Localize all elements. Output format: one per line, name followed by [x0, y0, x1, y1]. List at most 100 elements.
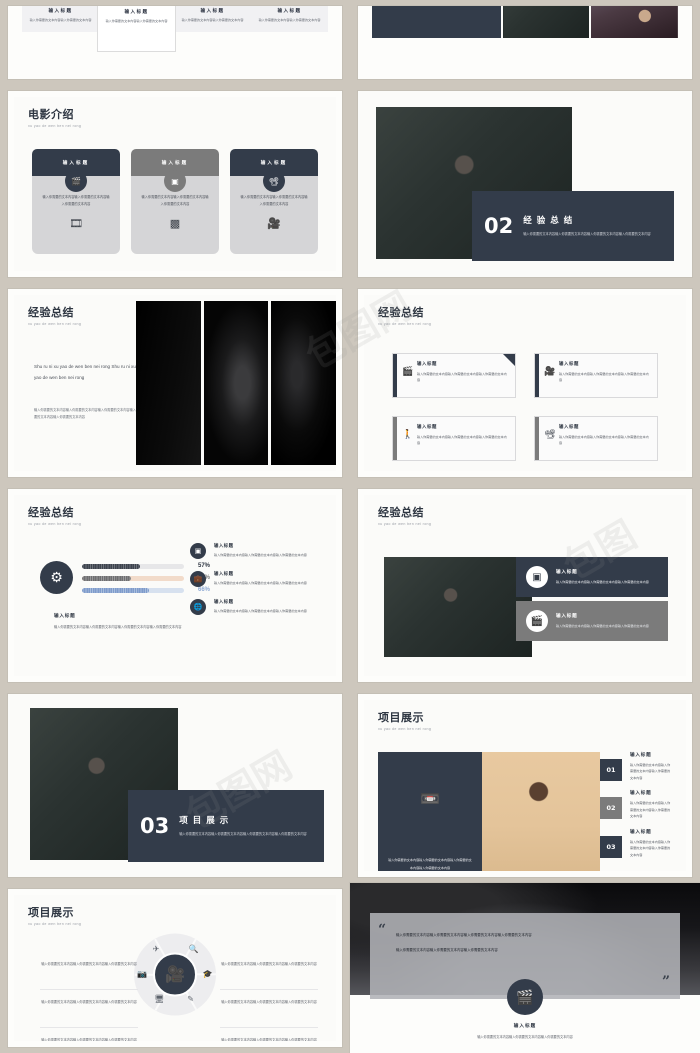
- progress-fill: [82, 587, 150, 593]
- info-box[interactable]: 🎬 输入标题 输入你需要的文本内容输入你需要的文本内容输入你需要的文本内容: [516, 601, 668, 641]
- slide-image-two-boxes[interactable]: 经验总结 xu yao de wen ben nei rong ▣ 输入标题 输…: [358, 489, 692, 682]
- slide-header: 电影介绍 xu yao de wen ben nei rong: [28, 108, 82, 129]
- slide-photostrip[interactable]: 输入你需要的文本内容输入你需要的文本内容输入你需要的文本内容输入你需要的文本内容…: [358, 6, 692, 79]
- slide-tabs[interactable]: 输入标题 输入你需要的文本内容输入你需要的文本内容 输入标题 输入你需要的文本内…: [8, 6, 342, 79]
- slide-inner: 经验总结 xu yao de wen ben nei rong ⚙ 57% 66…: [14, 495, 336, 676]
- camera-icon[interactable]: 📷: [137, 970, 147, 979]
- slide-header: 经验总结 xu yao de wen ben nei rong: [378, 306, 431, 326]
- wheel-label: 输入你需要的文本内容输入你需要的文本内容输入你需要的文本内容: [221, 962, 317, 966]
- tab-card-title: 输入标题: [277, 8, 302, 13]
- intro-card[interactable]: 输入标题 ▣ 输入你需要的文本内容输入你需要的文本内容输入你需要的文本内容 ▩: [131, 149, 219, 254]
- photostrip-text-panel: 输入你需要的文本内容输入你需要的文本内容输入你需要的文本内容输入你需要的文本内容…: [372, 6, 501, 38]
- slide-cell[interactable]: 输入标题 输入你需要的文本内容输入你需要的文本内容 输入标题 输入你需要的文本内…: [0, 0, 350, 85]
- intro-card-body: 输入你需要的文本内容输入你需要的文本内容输入你需要的文本内容: [240, 195, 308, 207]
- page-title: 经验总结: [378, 306, 424, 319]
- search-icon[interactable]: 🔍: [189, 945, 199, 954]
- progress-fill: [82, 575, 131, 581]
- page-subtitle: xu yao de wen ben nei rong: [28, 124, 82, 129]
- slide-bars[interactable]: 经验总结 xu yao de wen ben nei rong ⚙ 57% 66…: [8, 489, 342, 682]
- monitor-icon: ▣: [190, 543, 206, 559]
- quote-footer: 输入标题 输入你需要的文本内容输入你需要的文本内容输入你需要的文本内容: [350, 1023, 700, 1041]
- pencil-icon[interactable]: ✎: [187, 995, 194, 1004]
- film-cassette-icon: 📼: [420, 790, 440, 808]
- info-box[interactable]: ▣ 输入标题 输入你需要的文本内容输入你需要的文本内容输入你需要的文本内容: [516, 557, 668, 597]
- slide-cell[interactable]: 项目展示 xu yao de wen ben nei rong 📼 输入你需要的…: [350, 688, 700, 883]
- slide-thumbnail-grid: 输入标题 输入你需要的文本内容输入你需要的文本内容 输入标题 输入你需要的文本内…: [0, 0, 700, 1053]
- slide-cell[interactable]: 经验总结 xu yao de wen ben nei rong ▣ 输入标题 输…: [350, 483, 700, 688]
- feature-box[interactable]: 📽 输入标题 输入你需要的文本内容输入你需要的文本内容输入你需要的文本内容: [534, 416, 658, 461]
- monitor-icon[interactable]: 🖥: [154, 995, 164, 1004]
- slide-header: 经验总结 xu yao de wen ben nei rong: [378, 506, 431, 526]
- slide-cell[interactable]: 经验总结 xu yao de wen ben nei rong ⚙ 57% 66…: [0, 483, 350, 688]
- coffee-cup-photo: [591, 6, 679, 38]
- side-item[interactable]: ▣ 输入标题 输入你需要的文本内容输入你需要的文本内容输入你需要的文本内容: [190, 543, 322, 559]
- feature-box-edge: [535, 417, 539, 460]
- slide-section-02[interactable]: 02 经验总结 输入你需要的文本内容输入你需要的文本内容输入你需要的文本内容输入…: [358, 91, 692, 277]
- tab-card-selected[interactable]: 输入标题 输入你需要的文本内容输入你需要的文本内容: [97, 6, 176, 52]
- numbered-item-badge: 02: [600, 797, 622, 820]
- slide-inner: 02 经验总结 输入你需要的文本内容输入你需要的文本内容输入你需要的文本内容输入…: [358, 91, 692, 277]
- feature-box-body: 输入你需要的文本内容输入你需要的文本内容输入你需要的文本内容: [559, 435, 649, 446]
- numbered-item[interactable]: 02 输入标题 输入你需要的文本内容输入你需要的文本内容输入你需要的文本内容: [600, 790, 672, 820]
- movie-camera-icon: 📽: [544, 429, 556, 439]
- slide-section-03[interactable]: 03 项目展示 输入你需要的文本内容输入你需要的文本内容输入你需要的文本内容输入…: [8, 694, 342, 877]
- progress-fill: [82, 563, 141, 569]
- slide-inner: 项目展示 xu yao de wen ben nei rong 📼 输入你需要的…: [364, 700, 686, 871]
- slide-wheel[interactable]: 项目展示 xu yao de wen ben nei rong ✈ 🔍 📷 🎓 …: [8, 889, 342, 1047]
- feature-box[interactable]: 🎬 输入标题 输入你需要的文本内容输入你需要的文本内容输入你需要的文本内容: [392, 353, 516, 398]
- graduation-cap-icon[interactable]: 🎓: [203, 970, 213, 979]
- paper-plane-icon[interactable]: ✈: [153, 945, 160, 954]
- camera-lens-photo-1: [136, 301, 201, 465]
- progress-track: [82, 575, 184, 581]
- wheel-label: 输入你需要的文本内容输入你需要的文本内容输入你需要的文本内容: [41, 1000, 137, 1004]
- numbered-item[interactable]: 03 输入标题 输入你需要的文本内容输入你需要的文本内容输入你需要的文本内容: [600, 829, 672, 858]
- intro-card[interactable]: 输入标题 🎬 输入你需要的文本内容输入你需要的文本内容输入你需要的文本内容 🎞: [32, 149, 120, 254]
- tab-card-title: 输入标题: [48, 8, 73, 13]
- lens-text-block: Shu ru ni xu yao de wen ben nei rong Shu…: [34, 361, 144, 421]
- slide-movie-intro[interactable]: 电影介绍 xu yao de wen ben nei rong 输入标题 🎬 输…: [8, 91, 342, 277]
- tab-card[interactable]: 输入标题 输入你需要的文本内容输入你需要的文本内容: [22, 6, 99, 32]
- slide-cell[interactable]: 经验总结 xu yao de wen ben nei rong Shu ru n…: [0, 283, 350, 483]
- feature-box-title: 输入标题: [559, 361, 579, 366]
- feature-box-edge: [393, 417, 397, 460]
- side-item-text: 输入标题 输入你需要的文本内容输入你需要的文本内容输入你需要的文本内容: [214, 543, 307, 559]
- feature-box[interactable]: 🎥 输入标题 输入你需要的文本内容输入你需要的文本内容输入你需要的文本内容: [534, 353, 658, 398]
- project-panel-row: 📼 输入你需要的文本内容输入你需要的文本内容输入你需要的文本内容输入你需要的文本…: [378, 752, 672, 871]
- side-item[interactable]: 💼 输入标题 输入你需要的文本内容输入你需要的文本内容输入你需要的文本内容: [190, 571, 322, 587]
- slide-four-boxes[interactable]: 经验总结 xu yao de wen ben nei rong 🎬 输入标题 输…: [358, 289, 692, 477]
- progress-track: [82, 563, 184, 569]
- slide-quote[interactable]: “ ” 输入你需要的文本内容输入你需要的文本内容输入你需要的文本内容输入你需要的…: [350, 883, 700, 1053]
- feature-box-edge: [535, 354, 539, 397]
- slide-cell[interactable]: 02 经验总结 输入你需要的文本内容输入你需要的文本内容输入你需要的文本内容输入…: [350, 85, 700, 283]
- slide-cell[interactable]: 输入你需要的文本内容输入你需要的文本内容输入你需要的文本内容输入你需要的文本内容…: [350, 0, 700, 85]
- tab-card-body: 输入你需要的文本内容输入你需要的文本内容: [29, 18, 92, 22]
- slide-cell[interactable]: 03 项目展示 输入你需要的文本内容输入你需要的文本内容输入你需要的文本内容输入…: [0, 688, 350, 883]
- quote-footer-body: 输入你需要的文本内容输入你需要的文本内容输入你需要的文本内容: [477, 1035, 573, 1039]
- wheel-divider-line: [220, 989, 318, 990]
- feature-box-body: 输入你需要的文本内容输入你需要的文本内容输入你需要的文本内容: [417, 435, 507, 446]
- slide-cell[interactable]: 项目展示 xu yao de wen ben nei rong ✈ 🔍 📷 🎓 …: [0, 883, 350, 1053]
- slide-cell[interactable]: 电影介绍 xu yao de wen ben nei rong 输入标题 🎬 输…: [0, 85, 350, 283]
- numbered-item[interactable]: 01 输入标题 输入你需要的文本内容输入你需要的文本内容输入你需要的文本内容: [600, 752, 672, 781]
- photostrip-row: 输入你需要的文本内容输入你需要的文本内容输入你需要的文本内容输入你需要的文本内容…: [372, 6, 679, 38]
- page-title: 经验总结: [28, 506, 74, 519]
- wheel-label: 输入你需要的文本内容输入你需要的文本内容输入你需要的文本内容: [221, 1038, 317, 1041]
- slide-cell[interactable]: “ ” 输入你需要的文本内容输入你需要的文本内容输入你需要的文本内容输入你需要的…: [350, 883, 700, 1053]
- info-box-text: 输入标题 输入你需要的文本内容输入你需要的文本内容输入你需要的文本内容: [556, 613, 649, 629]
- page-subtitle: xu yao de wen ben nei rong: [28, 522, 82, 527]
- slide-project-numbers[interactable]: 项目展示 xu yao de wen ben nei rong 📼 输入你需要的…: [358, 694, 692, 877]
- wheel-divider-line: [40, 989, 138, 990]
- intro-card[interactable]: 输入标题 📽 输入你需要的文本内容输入你需要的文本内容输入你需要的文本内容 🎥: [230, 149, 318, 254]
- slide-lens[interactable]: 经验总结 xu yao de wen ben nei rong Shu ru n…: [8, 289, 342, 477]
- slide-cell[interactable]: 经验总结 xu yao de wen ben nei rong 🎬 输入标题 输…: [350, 283, 700, 483]
- feature-box[interactable]: 🚶 输入标题 输入你需要的文本内容输入你需要的文本内容输入你需要的文本内容: [392, 416, 516, 461]
- tab-card[interactable]: 输入标题 输入你需要的文本内容输入你需要的文本内容: [174, 6, 251, 32]
- projector-icon: ▣: [164, 170, 186, 192]
- camera-lens-photo-2: [203, 301, 269, 465]
- tab-card[interactable]: 输入标题 输入你需要的文本内容输入你需要的文本内容: [251, 6, 328, 32]
- progress-track: [82, 587, 184, 593]
- info-box-stack: ▣ 输入标题 输入你需要的文本内容输入你需要的文本内容输入你需要的文本内容 🎬 …: [516, 557, 668, 645]
- feature-box-title: 输入标题: [559, 424, 579, 429]
- project-dark-panel: 📼 输入你需要的文本内容输入你需要的文本内容输入你需要的文本内容输入你需要的文本…: [378, 752, 482, 871]
- side-item[interactable]: 🌐 输入标题 输入你需要的文本内容输入你需要的文本内容输入你需要的文本内容: [190, 599, 322, 615]
